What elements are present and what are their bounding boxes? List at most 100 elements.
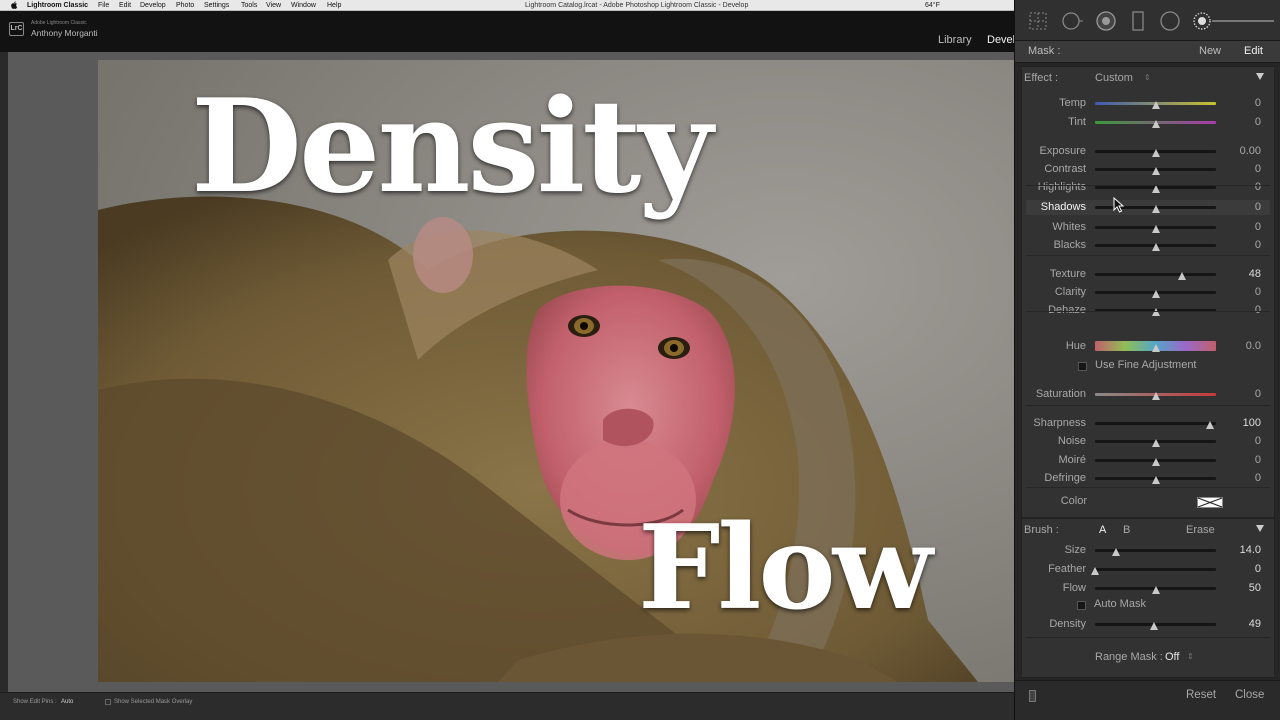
menu-app-name[interactable]: Lightroom Classic [27,1,88,10]
hue-label: Hue [1065,340,1086,352]
range-mask-dropdown[interactable]: Off [1165,651,1179,663]
color-swatch-none-icon[interactable] [1197,497,1223,508]
flow-value[interactable]: 50 [1225,582,1261,594]
user-name: Anthony Morganti [31,28,98,38]
defringe-value[interactable]: 0 [1225,472,1261,484]
color-label: Color [1060,495,1087,507]
module-develop[interactable]: Devel [987,34,1015,46]
shadows-value[interactable]: 0 [1225,201,1261,213]
brush-erase-tab[interactable]: Erase [1186,524,1226,536]
sharpness-slider-track[interactable] [1095,422,1216,425]
dehaze-value[interactable]: 0 [1225,304,1261,316]
product-name: Adobe Lightroom Classic [31,20,87,26]
defringe-slider-thumb[interactable] [1151,476,1160,484]
collapse-triangle-icon[interactable] [1256,73,1264,81]
mask-edit-button[interactable]: Edit [1244,45,1263,57]
mask-label: Mask : [1028,45,1061,57]
brush-a-tab[interactable]: A [1099,524,1109,536]
mask-new-button[interactable]: New [1199,45,1221,57]
menu-view[interactable]: View [266,1,281,10]
apple-icon[interactable] [11,1,18,9]
temp-slider-thumb[interactable] [1151,101,1160,109]
moire-slider-thumb[interactable] [1151,458,1160,466]
saturation-slider-thumb[interactable] [1151,392,1160,400]
shadows-slider-thumb[interactable] [1151,205,1160,213]
fine-adjustment-label: Use Fine Adjustment [1095,359,1197,371]
mask-overlay-checkbox[interactable] [105,699,111,705]
preset-updown-icon[interactable]: ⇕ [1144,73,1151,82]
blacks-slider-thumb[interactable] [1151,243,1160,251]
menu-help[interactable]: Help [327,1,341,10]
size-label: Size [1064,544,1086,556]
exposure-slider-thumb[interactable] [1151,149,1160,157]
exposure-value[interactable]: 0.00 [1225,145,1261,157]
noise-value[interactable]: 0 [1225,435,1261,447]
tint-value[interactable]: 0 [1225,116,1261,128]
close-button[interactable]: Close [1235,689,1264,701]
menu-develop[interactable]: Develop [140,1,166,10]
radial-filter-icon[interactable] [1159,10,1181,32]
clarity-value[interactable]: 0 [1225,286,1261,298]
contrast-slider-thumb[interactable] [1151,167,1160,175]
texture-value[interactable]: 48 [1225,268,1261,280]
brush-b-tab[interactable]: B [1123,524,1133,536]
sharpness-value[interactable]: 100 [1225,417,1261,429]
divider [1026,185,1270,186]
hue-value[interactable]: 0.0 [1225,340,1261,352]
menu-file[interactable]: File [98,1,109,10]
left-panel-collapsed[interactable] [0,52,8,692]
module-library[interactable]: Library [938,34,972,46]
edit-pins-dropdown[interactable]: Auto [61,699,73,705]
clarity-slider-thumb[interactable] [1151,290,1160,298]
size-value[interactable]: 14.0 [1225,544,1261,556]
mask-toggle-switch[interactable] [1029,690,1036,702]
texture-slider-thumb[interactable] [1178,272,1187,280]
tint-slider-thumb[interactable] [1151,120,1160,128]
graduated-filter-icon[interactable] [1127,10,1149,32]
flow-slider-thumb[interactable] [1151,586,1160,594]
divider [1026,487,1270,488]
tool-size-slider[interactable] [1212,20,1274,22]
texture-slider-track[interactable] [1095,273,1216,276]
contrast-value[interactable]: 0 [1225,163,1261,175]
red-eye-icon[interactable] [1095,10,1117,32]
sharpness-slider-thumb[interactable] [1205,421,1214,429]
blacks-value[interactable]: 0 [1225,239,1261,251]
whites-value[interactable]: 0 [1225,221,1261,233]
menu-photo[interactable]: Photo [176,1,194,10]
highlights-value[interactable]: 0 [1225,181,1261,193]
density-value[interactable]: 49 [1225,618,1261,630]
moire-value[interactable]: 0 [1225,454,1261,466]
feather-value[interactable]: 0 [1225,563,1261,575]
contrast-label: Contrast [1044,163,1086,175]
brush-section: Brush : A B Erase Size 14.0 Feather 0 Flow 50… [1021,518,1275,678]
noise-slider-thumb[interactable] [1151,439,1160,447]
menu-edit[interactable]: Edit [119,1,131,10]
adjustment-brush-icon[interactable] [1191,10,1213,32]
whites-slider-thumb[interactable] [1151,225,1160,233]
size-slider-thumb[interactable] [1111,548,1120,556]
spot-removal-icon[interactable] [1061,10,1083,32]
monkey-photo[interactable]: Density Flow [98,60,1014,682]
feather-slider-thumb[interactable] [1091,567,1099,575]
temp-value[interactable]: 0 [1225,97,1261,109]
noise-label: Noise [1057,435,1086,447]
menu-window[interactable]: Window [291,1,316,10]
feather-slider-track[interactable] [1095,568,1216,571]
hue-slider-thumb[interactable] [1151,344,1160,352]
crop-overlay-icon[interactable] [1027,10,1049,32]
highlights-slider-thumb[interactable] [1151,185,1160,193]
range-mask-updown-icon[interactable]: ⇕ [1187,652,1194,661]
auto-mask-checkbox[interactable] [1077,601,1086,610]
fine-adjustment-checkbox[interactable] [1078,362,1087,371]
menu-tools[interactable]: Tools [241,1,257,10]
identity-plate [0,11,1014,52]
collapse-triangle-icon[interactable] [1256,525,1264,533]
divider [1026,311,1270,312]
dehaze-slider-thumb[interactable] [1151,308,1160,316]
menu-settings[interactable]: Settings [204,1,229,10]
density-slider-thumb[interactable] [1150,622,1159,630]
overlay-title-density: Density [191,72,713,222]
reset-button[interactable]: Reset [1186,689,1216,701]
saturation-value[interactable]: 0 [1225,388,1261,400]
